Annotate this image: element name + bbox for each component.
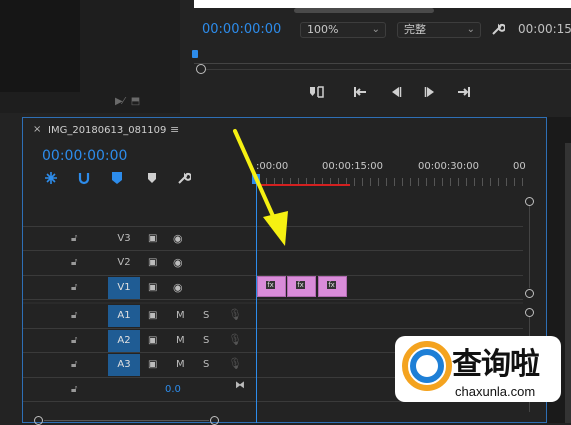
program-video-frame bbox=[194, 0, 571, 8]
chevron-down-icon: ⌄ bbox=[466, 24, 475, 35]
lock-icon[interactable]: 🔓︎ bbox=[71, 335, 77, 346]
zoom-value: 100% bbox=[307, 23, 339, 36]
watermark-brand: 查询啦 bbox=[452, 347, 540, 382]
zoom-select[interactable]: 100% ⌄ bbox=[300, 22, 386, 38]
mute-button[interactable]: M bbox=[176, 335, 185, 346]
solo-button[interactable]: S bbox=[203, 310, 209, 321]
ruler-label: 00:00:15:00 bbox=[322, 161, 384, 172]
sync-lock-icon[interactable]: ▣ bbox=[148, 359, 157, 370]
video-clip[interactable]: fx bbox=[287, 276, 316, 297]
marker-icon[interactable] bbox=[147, 172, 157, 187]
program-zoom-handle[interactable] bbox=[196, 64, 206, 74]
program-playhead[interactable] bbox=[192, 50, 198, 58]
timeline-timecode[interactable]: 00:00:00:00 bbox=[42, 148, 127, 164]
track-name[interactable]: A2 bbox=[108, 330, 140, 352]
adjacent-panel-edge bbox=[565, 143, 571, 423]
eye-icon[interactable]: ◉ bbox=[173, 232, 183, 245]
microphone-icon[interactable]: 🎙︎ bbox=[228, 357, 242, 370]
track-name[interactable]: A3 bbox=[108, 354, 140, 376]
program-scrollbar[interactable] bbox=[294, 8, 434, 13]
chevron-down-icon: ⌄ bbox=[371, 24, 380, 35]
ruler-label: 00:00:30:00 bbox=[418, 161, 480, 172]
track-name[interactable]: V1 bbox=[108, 277, 140, 299]
go-to-end-icon[interactable]: ⧓ bbox=[235, 380, 245, 391]
eye-icon[interactable]: ◉ bbox=[173, 256, 183, 269]
track-name[interactable]: V2 bbox=[108, 252, 140, 274]
sequence-tab-title[interactable]: IMG_20180613_081109 bbox=[48, 125, 166, 136]
wrench-icon[interactable] bbox=[177, 171, 192, 188]
program-ruler[interactable] bbox=[194, 55, 571, 64]
quality-value: 完整 bbox=[404, 23, 426, 36]
linked-selection-icon[interactable] bbox=[77, 171, 91, 188]
lock-icon[interactable]: 🔓︎ bbox=[71, 384, 77, 395]
scroll-track[interactable] bbox=[529, 206, 530, 288]
program-scrub-track[interactable] bbox=[206, 69, 571, 70]
track-header-a1: 🔓︎ A1 ▣ M S 🎙︎ bbox=[23, 304, 256, 328]
watermark-logo-inner bbox=[410, 349, 444, 383]
video-tracks-scrollbar[interactable] bbox=[525, 197, 534, 298]
microphone-icon[interactable]: 🎙︎ bbox=[228, 308, 242, 321]
panel-divider[interactable] bbox=[180, 0, 192, 113]
mark-in-icon[interactable] bbox=[308, 84, 328, 103]
track-header-a3: 🔓︎ A3 ▣ M S 🎙︎ bbox=[23, 353, 256, 377]
sync-lock-icon[interactable]: ▣ bbox=[148, 335, 157, 346]
step-back-icon[interactable] bbox=[388, 84, 404, 103]
master-volume-value[interactable]: 0.0 bbox=[165, 384, 181, 395]
timeline-horizontal-scrollbar[interactable] bbox=[30, 413, 220, 425]
microphone-icon[interactable]: 🎙︎ bbox=[228, 333, 242, 346]
sync-lock-icon[interactable]: ▣ bbox=[148, 310, 157, 321]
scroll-handle[interactable] bbox=[525, 289, 534, 298]
eye-icon[interactable]: ◉ bbox=[173, 281, 183, 294]
lock-icon[interactable]: 🔓︎ bbox=[71, 359, 77, 370]
go-to-out-icon[interactable] bbox=[456, 84, 472, 103]
lock-icon[interactable]: 🔓︎ bbox=[71, 310, 77, 321]
video-clip[interactable]: fx bbox=[318, 276, 347, 297]
video-clip[interactable]: fx bbox=[257, 276, 286, 297]
scroll-handle[interactable] bbox=[34, 416, 43, 425]
quality-select[interactable]: 完整 ⌄ bbox=[397, 22, 481, 38]
step-forward-icon[interactable] bbox=[422, 84, 438, 103]
lock-icon[interactable]: 🔓︎ bbox=[71, 282, 77, 293]
lock-icon[interactable]: 🔓︎ bbox=[71, 233, 77, 244]
annotation-arrow bbox=[225, 125, 295, 254]
add-marker-icon[interactable] bbox=[110, 171, 124, 188]
solo-button[interactable]: S bbox=[203, 359, 209, 370]
wrench-icon[interactable] bbox=[491, 22, 506, 40]
sync-lock-icon[interactable]: ▣ bbox=[148, 233, 157, 244]
go-to-in-icon[interactable] bbox=[352, 84, 368, 103]
fx-badge-icon: fx bbox=[327, 281, 336, 289]
scroll-handle[interactable] bbox=[210, 416, 219, 425]
track-name[interactable]: A1 bbox=[108, 305, 140, 327]
track-header-v3: 🔓︎ V3 ▣ ◉ bbox=[23, 227, 256, 251]
program-timecode[interactable]: 00:00:00:00 bbox=[202, 22, 281, 37]
scroll-handle[interactable] bbox=[525, 308, 534, 317]
sync-lock-icon[interactable]: ▣ bbox=[148, 257, 157, 268]
track-name[interactable]: V3 bbox=[108, 228, 140, 250]
source-export-icons[interactable]: ▶⁄ ⬒ bbox=[115, 96, 140, 107]
mute-button[interactable]: M bbox=[176, 359, 185, 370]
panel-menu-icon[interactable]: ≡ bbox=[170, 123, 179, 136]
mute-button[interactable]: M bbox=[176, 310, 185, 321]
watermark-domain: chaxunla.com bbox=[455, 384, 536, 399]
track-header-master: 🔓︎ bbox=[23, 378, 256, 402]
close-icon[interactable]: × bbox=[33, 124, 41, 135]
track-header-v2: 🔓︎ V2 ▣ ◉ bbox=[23, 251, 256, 275]
fx-badge-icon: fx bbox=[266, 281, 275, 289]
scroll-track[interactable] bbox=[44, 420, 209, 421]
scroll-handle[interactable] bbox=[525, 197, 534, 206]
source-monitor-view bbox=[0, 0, 80, 92]
program-duration: 00:00:15 bbox=[518, 22, 571, 36]
track-header-a2: 🔓︎ A2 ▣ M S 🎙︎ bbox=[23, 329, 256, 353]
lock-icon[interactable]: 🔓︎ bbox=[71, 257, 77, 268]
track-header-v1: 🔓︎ V1 ▣ ◉ bbox=[23, 276, 256, 300]
fx-badge-icon: fx bbox=[296, 281, 305, 289]
snap-icon[interactable] bbox=[44, 171, 58, 188]
sync-lock-icon[interactable]: ▣ bbox=[148, 282, 157, 293]
ruler-label: 00 bbox=[513, 161, 526, 172]
solo-button[interactable]: S bbox=[203, 335, 209, 346]
